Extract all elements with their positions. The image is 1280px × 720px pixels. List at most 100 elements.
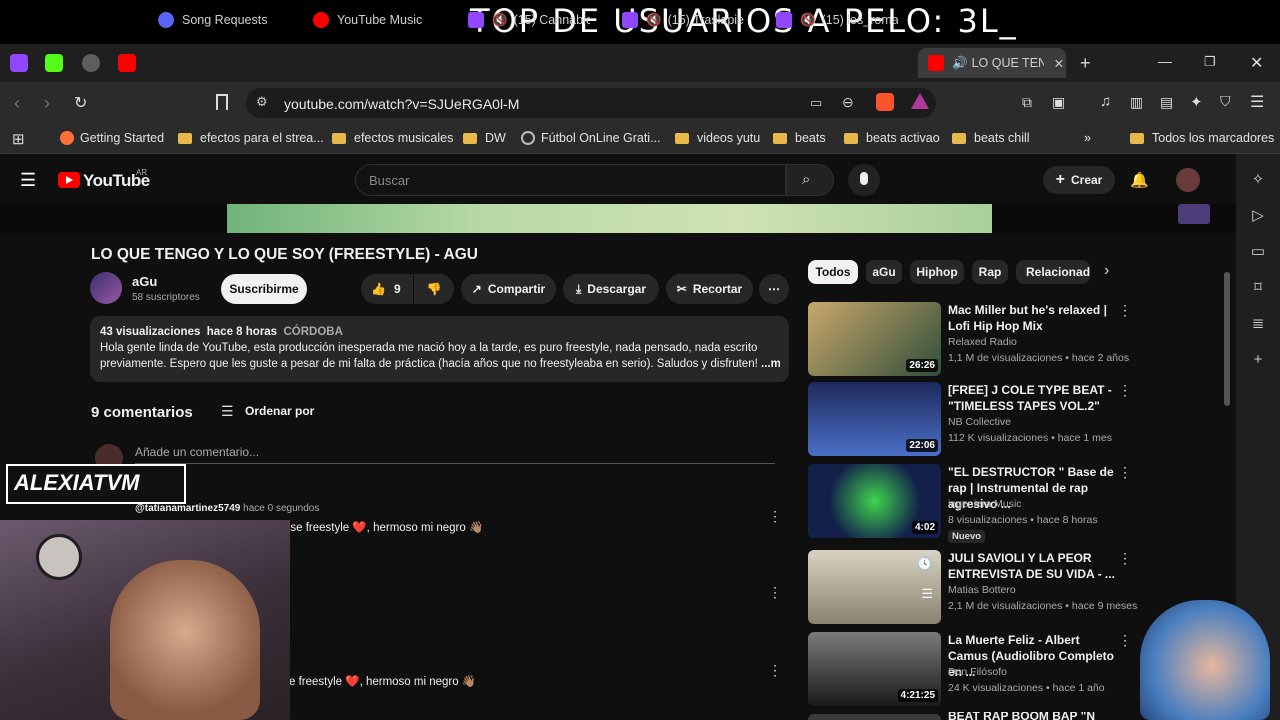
video-thumbnail[interactable]: 26:26 xyxy=(808,302,941,376)
video-title[interactable]: BEAT RAP BOOM BAP "N xyxy=(948,712,1118,720)
pinned-tab-extension[interactable] xyxy=(82,54,100,72)
sort-button[interactable]: Ordenar por xyxy=(245,404,314,418)
comment-author[interactable]: @tatianamartinez5749 hace 0 segundos xyxy=(135,503,319,514)
sidebar-icon[interactable]: ▥ xyxy=(1130,94,1143,111)
show-more-link[interactable]: ...más xyxy=(761,358,780,370)
tab-traslapiel[interactable]: 🔇 (15) Traslapiel - xyxy=(622,6,744,34)
video-thumbnail[interactable]: 4:02 xyxy=(808,464,941,538)
bookmarks-overflow-icon[interactable]: » xyxy=(1084,131,1091,145)
recommendation-item[interactable]: 4:02 "EL DESTRUCTOR " Base de rap | Inst… xyxy=(808,464,1228,543)
clip-button[interactable]: ✂ Recortar xyxy=(666,274,753,304)
bookmark-folder[interactable]: DW xyxy=(463,131,506,145)
bookmark-icon[interactable] xyxy=(216,94,228,110)
bookmark-getting-started[interactable]: Getting Started xyxy=(60,131,164,145)
channel-avatar[interactable] xyxy=(90,272,122,304)
chips-next-icon[interactable]: › xyxy=(1104,262,1109,280)
video-thumbnail[interactable]: 4:21:25 xyxy=(808,632,941,706)
dislike-button[interactable]: 👎 xyxy=(414,274,454,304)
tab-song-requests[interactable]: Song Requests xyxy=(158,6,298,34)
channel-name[interactable]: Matias Bottero xyxy=(948,584,1016,596)
brave-rewards-icon[interactable] xyxy=(911,93,929,109)
chip-relacionado[interactable]: Relacionado xyxy=(1016,260,1090,284)
notifications-icon[interactable]: 🔔 xyxy=(1130,171,1149,189)
bookmark-all[interactable]: Todos los marcadores xyxy=(1130,131,1274,145)
screenshot-icon[interactable]: ▣ xyxy=(1052,94,1065,111)
bookmark-folder[interactable]: videos yutu xyxy=(675,131,760,145)
minimize-icon[interactable]: — xyxy=(1158,53,1172,69)
url-text[interactable]: youtube.com/watch?v=SJUeRGA0l-M xyxy=(284,96,519,112)
add-comment-input[interactable]: Añade un comentario... xyxy=(135,445,259,459)
bookmark-folder[interactable]: beats chill xyxy=(952,131,1030,145)
search-box[interactable] xyxy=(355,164,786,196)
add-to-queue-icon[interactable]: ☰ xyxy=(921,586,933,602)
leo-sidebar-icon[interactable]: ✧ xyxy=(1250,172,1266,188)
subscribe-button[interactable]: Suscribirme xyxy=(221,274,307,304)
extensions-icon[interactable]: ⧉ xyxy=(1022,94,1032,111)
brave-shield-icon[interactable] xyxy=(876,93,894,111)
comment-menu-icon[interactable]: ⋮ xyxy=(768,584,782,601)
wallet-icon[interactable]: ▤ xyxy=(1160,94,1173,111)
chip-rap[interactable]: Rap xyxy=(972,260,1008,284)
search-input[interactable]: Buscar xyxy=(369,173,409,188)
tab-los-romani[interactable]: 🔇 (15) los_romani xyxy=(776,6,898,34)
chip-agu[interactable]: aGu xyxy=(866,260,902,284)
recommendation-item[interactable]: 26:26 Mac Miller but he's relaxed | Lofi… xyxy=(808,302,1228,378)
chip-todos[interactable]: Todos xyxy=(808,260,858,284)
add-sidebar-icon[interactable]: + xyxy=(1250,352,1266,368)
back-icon[interactable]: ‹ xyxy=(14,93,20,114)
cast-icon[interactable]: ▭ xyxy=(810,95,822,111)
video-thumbnail[interactable]: 🕓 ☰ xyxy=(808,550,941,624)
bookmark-folder[interactable]: efectos para el strea... xyxy=(178,131,324,145)
video-title[interactable]: JULI SAVIOLI Y LA PEOR ENTREVISTA DE SU … xyxy=(948,550,1118,582)
bookmarks-sidebar-icon[interactable]: ⌑ xyxy=(1250,280,1266,296)
tab-cannabico[interactable]: 🔇 (15) Cannabico( xyxy=(468,6,590,34)
site-info-icon[interactable]: ⚙ xyxy=(256,94,268,110)
more-icon[interactable]: ⋮ xyxy=(1118,550,1132,567)
video-frame[interactable] xyxy=(227,204,992,233)
channel-name[interactable]: aGu xyxy=(132,274,157,289)
share-button[interactable]: ↗ Compartir xyxy=(461,274,556,304)
channel-name[interactable]: NB Collective xyxy=(948,416,1011,428)
download-button[interactable]: ⤓ Descargar xyxy=(563,274,659,304)
like-button[interactable]: 👍 9 xyxy=(361,274,413,304)
bookmark-link[interactable]: Fútbol OnLine Grati... xyxy=(521,131,661,145)
music-icon[interactable]: ♫ xyxy=(1100,93,1111,110)
more-icon[interactable]: ⋮ xyxy=(1118,464,1132,481)
more-icon[interactable]: ⋮ xyxy=(1118,302,1132,319)
bookmark-folder[interactable]: beats xyxy=(773,131,826,145)
video-title[interactable]: Mac Miller but he's relaxed | Lofi Hip H… xyxy=(948,302,1118,334)
comment-menu-icon[interactable]: ⋮ xyxy=(768,662,782,679)
watch-later-icon[interactable]: 🕓 xyxy=(917,556,933,572)
apps-grid-icon[interactable]: ⊞ xyxy=(12,130,25,148)
menu-icon[interactable]: ☰ xyxy=(1250,92,1264,112)
video-thumbnail[interactable]: 22:06 xyxy=(808,382,941,456)
channel-name[interactable]: Relaxed Radio xyxy=(948,336,1017,348)
bookmark-folder[interactable]: beats activao xyxy=(844,131,940,145)
guide-menu-icon[interactable]: ☰ xyxy=(20,170,36,191)
leo-ai-icon[interactable]: ✦ xyxy=(1190,93,1203,111)
bookmark-folder[interactable]: efectos musicales xyxy=(332,131,453,145)
recommendation-item[interactable]: 22:06 [FREE] J COLE TYPE BEAT - "TIMELES… xyxy=(808,382,1228,458)
tab-active-video[interactable]: 🔊 LO QUE TEN ✕ xyxy=(918,48,1066,78)
wallet-sidebar-icon[interactable]: ▭ xyxy=(1250,244,1266,260)
more-icon[interactable]: ⋮ xyxy=(1118,382,1132,399)
chip-hiphop[interactable]: Hiphop xyxy=(910,260,964,284)
pinned-tab-kick[interactable] xyxy=(45,54,63,72)
sort-icon[interactable]: ☰ xyxy=(221,403,234,420)
channel-name[interactable]: ingeniera Music xyxy=(948,498,1022,510)
create-button[interactable]: + Crear xyxy=(1043,166,1115,194)
vpn-icon[interactable]: ⛉ xyxy=(1220,93,1231,110)
media-sidebar-icon[interactable]: ▷ xyxy=(1250,208,1266,224)
channel-name[interactable]: Don Filósofo xyxy=(948,666,1007,678)
tab-youtube-music[interactable]: YouTube Music xyxy=(313,6,453,34)
comment-menu-icon[interactable]: ⋮ xyxy=(768,508,782,525)
video-title[interactable]: [FREE] J COLE TYPE BEAT - "TIMELESS TAPE… xyxy=(948,382,1118,414)
more-actions-button[interactable]: ⋯ xyxy=(759,274,789,304)
close-window-icon[interactable]: ✕ xyxy=(1250,53,1263,73)
pinned-tab-youtube[interactable] xyxy=(118,54,136,72)
restore-icon[interactable]: ❐ xyxy=(1204,54,1216,70)
close-tab-icon[interactable]: ✕ xyxy=(1054,56,1064,71)
video-thumbnail[interactable] xyxy=(808,714,941,720)
zoom-icon[interactable]: ⊖ xyxy=(842,94,854,111)
forward-icon[interactable]: › xyxy=(44,93,50,114)
